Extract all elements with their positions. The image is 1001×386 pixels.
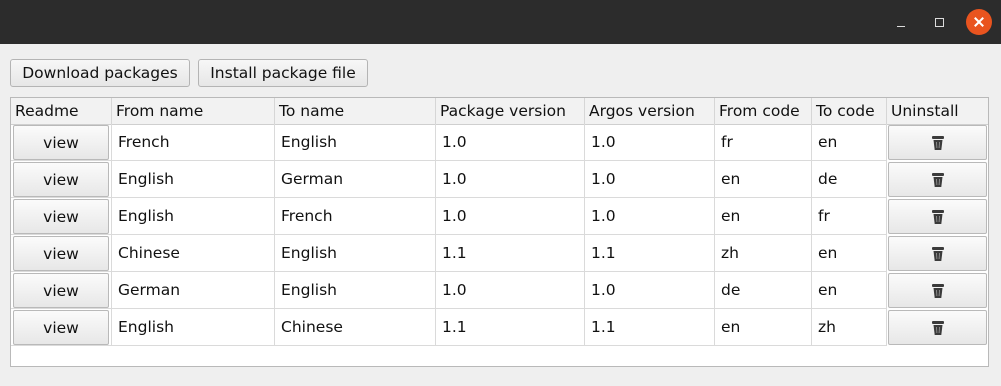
close-icon[interactable]: [966, 9, 992, 35]
column-header-argos-version[interactable]: Argos version: [585, 98, 715, 124]
cell-argos-version: 1.0: [585, 272, 715, 309]
cell-to-code: en: [812, 272, 887, 309]
table-row: view Chinese English 1.1 1.1 zh en: [11, 235, 988, 272]
cell-from-code: en: [715, 198, 812, 235]
cell-package-version: 1.0: [436, 272, 585, 309]
cell-from-name: English: [112, 309, 275, 346]
table-row: view German English 1.0 1.0 de en: [11, 272, 988, 309]
cell-to-code: zh: [812, 309, 887, 346]
cell-from-name: English: [112, 161, 275, 198]
view-readme-button[interactable]: view: [13, 199, 109, 234]
table-row: view French English 1.0 1.0 fr en: [11, 124, 988, 161]
cell-from-name: German: [112, 272, 275, 309]
install-package-file-button[interactable]: Install package file: [198, 59, 368, 87]
maximize-icon[interactable]: [926, 9, 952, 35]
uninstall-button[interactable]: [888, 199, 987, 234]
view-readme-button[interactable]: view: [13, 273, 109, 308]
trash-icon: [931, 283, 944, 298]
download-packages-button[interactable]: Download packages: [10, 59, 190, 87]
cell-to-name: French: [275, 198, 436, 235]
trash-icon: [931, 135, 944, 150]
column-header-to-code[interactable]: To code: [812, 98, 887, 124]
cell-to-code: fr: [812, 198, 887, 235]
cell-from-code: zh: [715, 235, 812, 272]
packages-table: Readme From name To name Package version…: [10, 97, 989, 367]
cell-to-name: German: [275, 161, 436, 198]
trash-icon: [931, 209, 944, 224]
cell-argos-version: 1.0: [585, 198, 715, 235]
view-readme-button[interactable]: view: [13, 310, 109, 345]
cell-from-name: English: [112, 198, 275, 235]
view-readme-button[interactable]: view: [13, 162, 109, 197]
cell-from-code: de: [715, 272, 812, 309]
table-header: Readme From name To name Package version…: [11, 98, 988, 125]
cell-to-code: de: [812, 161, 887, 198]
cell-from-name: Chinese: [112, 235, 275, 272]
cell-to-code: en: [812, 235, 887, 272]
uninstall-button[interactable]: [888, 236, 987, 271]
window-titlebar: [0, 0, 1001, 44]
view-readme-button[interactable]: view: [13, 125, 109, 160]
table-row: view English French 1.0 1.0 en fr: [11, 198, 988, 235]
uninstall-button[interactable]: [888, 310, 987, 345]
cell-argos-version: 1.1: [585, 309, 715, 346]
table-row: view English German 1.0 1.0 en de: [11, 161, 988, 198]
cell-to-name: English: [275, 272, 436, 309]
cell-from-code: fr: [715, 124, 812, 161]
cell-from-code: en: [715, 309, 812, 346]
cell-package-version: 1.1: [436, 235, 585, 272]
uninstall-button[interactable]: [888, 125, 987, 160]
uninstall-button[interactable]: [888, 162, 987, 197]
trash-icon: [931, 320, 944, 335]
cell-package-version: 1.0: [436, 198, 585, 235]
view-readme-button[interactable]: view: [13, 236, 109, 271]
column-header-from-code[interactable]: From code: [715, 98, 812, 124]
cell-package-version: 1.0: [436, 161, 585, 198]
cell-argos-version: 1.0: [585, 124, 715, 161]
cell-from-code: en: [715, 161, 812, 198]
column-header-uninstall[interactable]: Uninstall: [887, 98, 988, 124]
uninstall-button[interactable]: [888, 273, 987, 308]
column-header-from-name[interactable]: From name: [112, 98, 275, 124]
cell-from-name: French: [112, 124, 275, 161]
minimize-icon[interactable]: [888, 9, 914, 35]
cell-to-name: English: [275, 235, 436, 272]
cell-to-code: en: [812, 124, 887, 161]
trash-icon: [931, 246, 944, 261]
cell-to-name: Chinese: [275, 309, 436, 346]
cell-package-version: 1.1: [436, 309, 585, 346]
cell-package-version: 1.0: [436, 124, 585, 161]
column-header-to-name[interactable]: To name: [275, 98, 436, 124]
column-header-package-version[interactable]: Package version: [436, 98, 585, 124]
cell-argos-version: 1.1: [585, 235, 715, 272]
cell-argos-version: 1.0: [585, 161, 715, 198]
column-header-readme[interactable]: Readme: [11, 98, 112, 124]
cell-to-name: English: [275, 124, 436, 161]
trash-icon: [931, 172, 944, 187]
table-row: view English Chinese 1.1 1.1 en zh: [11, 309, 988, 346]
